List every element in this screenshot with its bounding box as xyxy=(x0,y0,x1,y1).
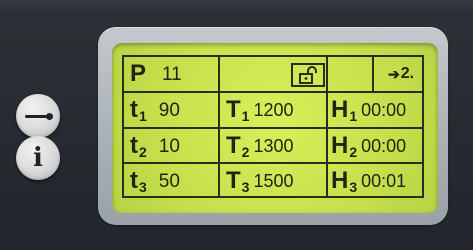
T2-subscript: 2 xyxy=(241,144,250,160)
H1-label: H xyxy=(331,96,349,123)
t2-cell: t2 10 xyxy=(124,129,218,163)
lock-status-box[interactable] xyxy=(291,63,325,87)
H3-cell: H3 00:01 xyxy=(328,164,424,198)
t2-subscript: 2 xyxy=(139,144,147,160)
H3-label: H xyxy=(331,167,349,194)
lcd-display: P 11 ➔ 2. t1 90 T1 1200 H 1 00:00 t 2 10… xyxy=(112,43,438,213)
program-label: P xyxy=(130,60,147,87)
H1-value: 00:00 xyxy=(361,100,407,120)
H1-subscript: 1 xyxy=(349,108,358,124)
t1-label: t xyxy=(130,96,138,123)
T3-value: 1500 xyxy=(253,171,294,191)
program-cell: P 11 xyxy=(124,57,218,91)
T3-cell: T3 1500 xyxy=(220,164,326,198)
grid-line-vertical-3 xyxy=(372,57,374,91)
panel-edge-highlight xyxy=(0,0,473,10)
arrow-right-icon: ➔ xyxy=(387,65,400,82)
H2-subscript: 2 xyxy=(349,144,358,160)
t3-label: t xyxy=(130,167,138,194)
H1-cell: H1 00:00 xyxy=(328,93,424,127)
t1-subscript: 1 xyxy=(139,108,147,124)
lcd-grid: P 11 ➔ 2. t1 90 T1 1200 H 1 00:00 t 2 10… xyxy=(122,55,424,198)
T1-value: 1200 xyxy=(253,100,294,120)
unlocked-padlock-icon xyxy=(299,66,317,84)
t2-label: t xyxy=(130,132,138,159)
H2-value: 00:00 xyxy=(361,136,407,156)
H3-subscript: 3 xyxy=(349,179,358,195)
info-button[interactable]: i xyxy=(16,136,60,180)
program-number: 11 xyxy=(162,63,182,85)
T2-label: T xyxy=(226,132,241,159)
t1-value: 90 xyxy=(158,99,180,121)
H2-cell: H2 00:00 xyxy=(328,129,424,163)
step-indicator-cell: ➔ 2. xyxy=(378,57,424,91)
H2-label: H xyxy=(331,132,349,159)
t3-cell: t3 50 xyxy=(124,164,218,198)
T2-value: 1300 xyxy=(253,136,294,156)
t1-cell: t1 90 xyxy=(124,93,218,127)
T1-label: T xyxy=(226,96,241,123)
T2-cell: T2 1300 xyxy=(220,129,326,163)
info-icon: i xyxy=(33,143,43,173)
step-indicator-value: 2. xyxy=(400,65,415,82)
controller-panel: i P 11 ➔ 2. t 1 90 T 1 1200 H 1 00:00 t … xyxy=(0,0,473,250)
minus-icon xyxy=(25,112,53,120)
T1-subscript: 1 xyxy=(241,108,250,124)
T3-label: T xyxy=(226,167,241,194)
T3-subscript: 3 xyxy=(241,179,250,195)
t2-value: 10 xyxy=(158,135,180,157)
t3-value: 50 xyxy=(158,170,180,192)
t3-subscript: 3 xyxy=(139,179,147,195)
T1-cell: T1 1200 xyxy=(220,93,326,127)
minus-button[interactable] xyxy=(16,94,60,138)
H3-value: 00:01 xyxy=(361,171,407,191)
